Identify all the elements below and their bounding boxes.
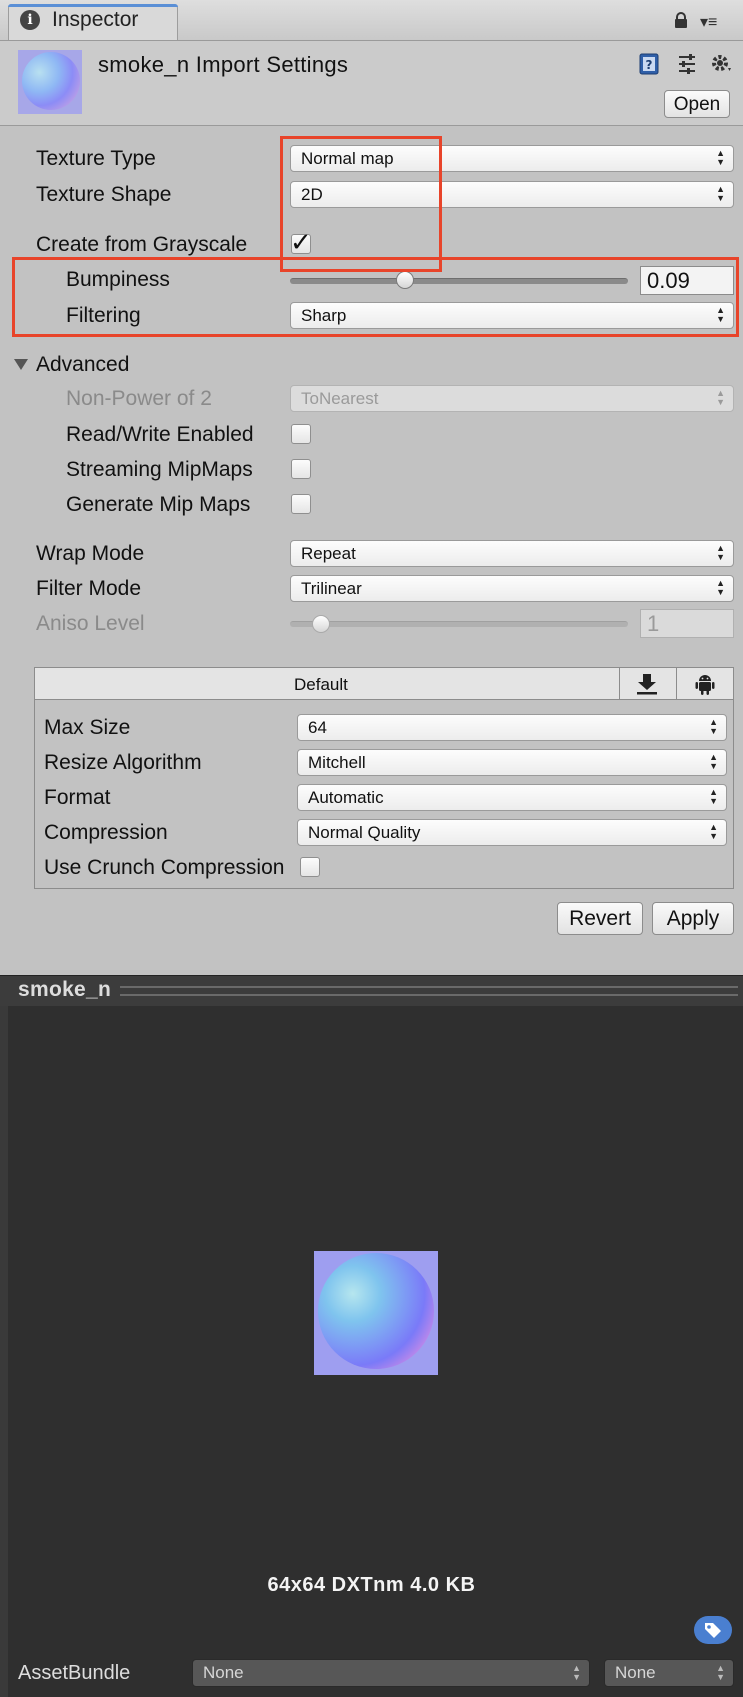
- texture-type-label: Texture Type: [36, 147, 156, 170]
- format-dropdown[interactable]: Automatic ▲ ▼: [297, 784, 727, 811]
- dropdown-arrows-icon: ▲ ▼: [709, 752, 718, 771]
- texture-shape-label: Texture Shape: [36, 183, 172, 206]
- streaming-mipmaps-checkbox[interactable]: [291, 459, 311, 479]
- texture-thumbnail-image: [22, 52, 80, 110]
- dropdown-arrows-icon: ▲ ▼: [716, 184, 725, 203]
- tab-menu-icon[interactable]: ▾≡: [700, 12, 717, 32]
- filter-mode-label: Filter Mode: [36, 577, 142, 600]
- aniso-level-slider-handle: [312, 615, 331, 633]
- dropdown-arrows-icon: ▲ ▼: [709, 717, 718, 736]
- max-size-label: Max Size: [44, 716, 131, 739]
- dropdown-arrows-icon: ▲ ▼: [709, 822, 718, 841]
- streaming-mipmaps-label: Streaming MipMaps: [66, 458, 253, 481]
- aniso-level-slider: [290, 621, 628, 627]
- dropdown-arrows-icon: ▲ ▼: [716, 1663, 725, 1682]
- dropdown-arrows-icon: ▲ ▼: [716, 388, 725, 407]
- standalone-download-icon[interactable]: [634, 673, 660, 695]
- revert-button[interactable]: Revert: [557, 902, 643, 935]
- highlight-box-texture-type: [280, 136, 442, 272]
- tab-inspector-label: Inspector: [52, 8, 139, 31]
- read-write-label: Read/Write Enabled: [66, 423, 254, 446]
- aniso-level-field: 1: [640, 609, 734, 638]
- info-icon: i: [20, 10, 40, 30]
- apply-button[interactable]: Apply: [652, 902, 734, 935]
- generate-mipmaps-checkbox[interactable]: [291, 494, 311, 514]
- assetbundle-name-value: None: [203, 1663, 244, 1682]
- preview-resize-handle[interactable]: [120, 986, 738, 996]
- wrap-mode-value: Repeat: [301, 544, 356, 563]
- gear-icon[interactable]: [710, 52, 734, 76]
- assetbundle-label: AssetBundle: [18, 1662, 131, 1684]
- max-size-dropdown[interactable]: 64 ▲ ▼: [297, 714, 727, 741]
- compression-value: Normal Quality: [308, 823, 421, 842]
- non-power-of-2-value: ToNearest: [301, 389, 379, 408]
- tab-default-platform[interactable]: Default: [294, 675, 348, 695]
- dropdown-arrows-icon: ▲ ▼: [709, 787, 718, 806]
- lock-icon[interactable]: [674, 12, 688, 28]
- resize-algorithm-value: Mitchell: [308, 753, 366, 772]
- non-power-of-2-dropdown: ToNearest ▲ ▼: [290, 385, 734, 412]
- preview-title: smoke_n: [18, 978, 112, 1001]
- svg-text:?: ?: [646, 58, 653, 72]
- assetbundle-name-dropdown[interactable]: None ▲ ▼: [192, 1659, 590, 1687]
- advanced-foldout-arrow-icon[interactable]: [14, 359, 28, 370]
- presets-sliders-icon[interactable]: [675, 52, 699, 76]
- aniso-level-label: Aniso Level: [36, 612, 145, 635]
- assetbundle-variant-dropdown[interactable]: None ▲ ▼: [604, 1659, 734, 1687]
- tab-separator: [676, 668, 677, 700]
- dropdown-arrows-icon: ▲ ▼: [716, 148, 725, 167]
- highlight-box-bumpiness: [12, 257, 739, 337]
- tab-active-indicator: [8, 4, 178, 7]
- preview-info: 64x64 DXTnm 4.0 KB: [267, 1574, 476, 1596]
- use-crunch-checkbox[interactable]: [300, 857, 320, 877]
- read-write-checkbox[interactable]: [291, 424, 311, 444]
- dropdown-arrows-icon: ▲ ▼: [716, 578, 725, 597]
- open-button[interactable]: Open: [664, 90, 730, 118]
- filter-mode-value: Trilinear: [301, 579, 362, 598]
- format-value: Automatic: [308, 788, 384, 807]
- preview-texture-image: [318, 1253, 434, 1369]
- resize-algorithm-dropdown[interactable]: Mitchell ▲ ▼: [297, 749, 727, 776]
- compression-label: Compression: [44, 821, 168, 844]
- dropdown-arrows-icon: ▲ ▼: [716, 543, 725, 562]
- assetbundle-variant-value: None: [615, 1663, 656, 1682]
- tab-separator: [619, 668, 620, 700]
- help-book-icon[interactable]: ?: [637, 52, 661, 76]
- platform-tabs: [35, 668, 733, 700]
- create-from-grayscale-label: Create from Grayscale: [36, 233, 248, 256]
- wrap-mode-dropdown[interactable]: Repeat ▲ ▼: [290, 540, 734, 567]
- non-power-of-2-label: Non-Power of 2: [66, 387, 212, 410]
- asset-label-tag-icon[interactable]: [694, 1616, 732, 1644]
- generate-mipmaps-label: Generate Mip Maps: [66, 493, 251, 516]
- use-crunch-label-clip: Use Crunch Compression: [44, 856, 296, 882]
- format-label: Format: [44, 786, 111, 809]
- resize-algorithm-label: Resize Algorithm: [44, 751, 202, 774]
- wrap-mode-label: Wrap Mode: [36, 542, 145, 565]
- page-title: smoke_n Import Settings: [98, 52, 349, 77]
- max-size-value: 64: [308, 718, 327, 737]
- dropdown-arrows-icon: ▲ ▼: [572, 1663, 581, 1682]
- use-crunch-label: Use Crunch Compression: [44, 856, 285, 879]
- advanced-foldout-label[interactable]: Advanced: [36, 353, 129, 377]
- compression-dropdown[interactable]: Normal Quality ▲ ▼: [297, 819, 727, 846]
- android-icon[interactable]: [694, 672, 716, 696]
- filter-mode-dropdown[interactable]: Trilinear ▲ ▼: [290, 575, 734, 602]
